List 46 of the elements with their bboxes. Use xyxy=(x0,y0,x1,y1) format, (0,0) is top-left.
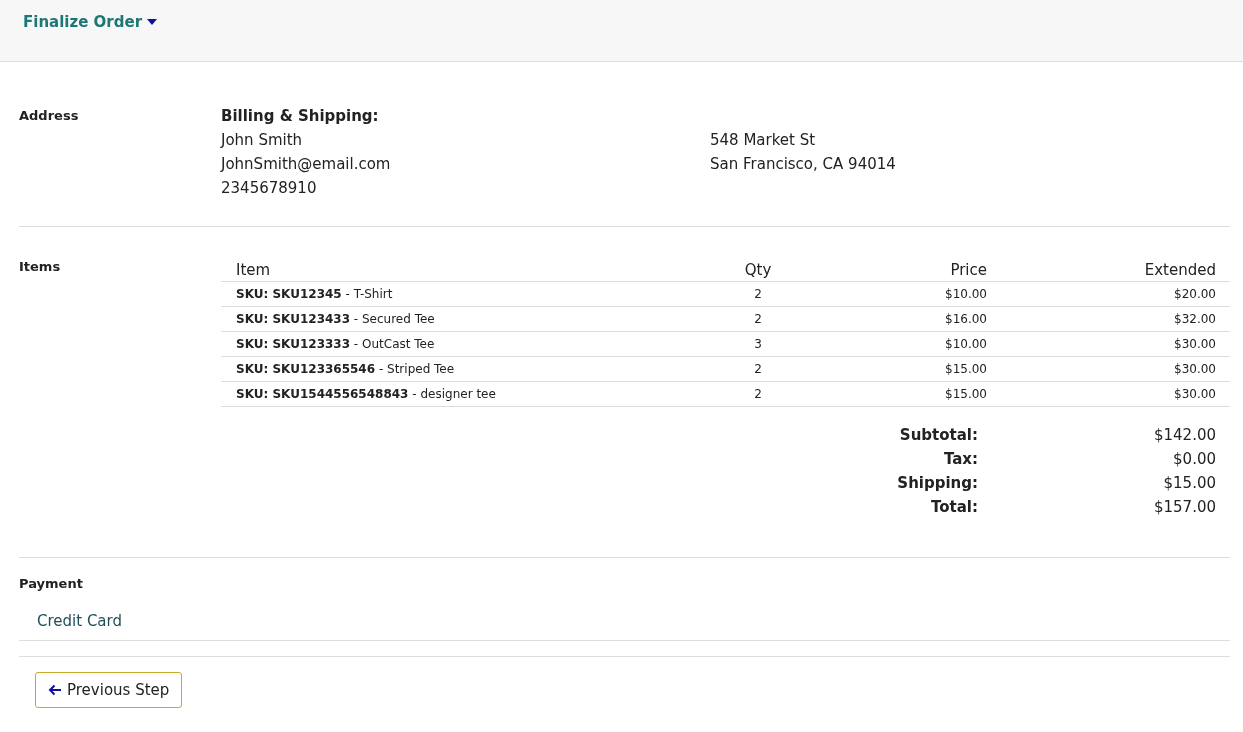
extended-cell: $30.00 xyxy=(1001,331,1230,357)
qty-cell: 2 xyxy=(683,356,832,382)
item-cell: SKU: SKU1544556548843 - designer tee xyxy=(221,381,683,407)
total-value: $0.00 xyxy=(1172,449,1217,470)
price-cell: $15.00 xyxy=(832,381,1001,407)
item-cell: SKU: SKU123365546 - Striped Tee xyxy=(221,356,683,382)
address-heading: Billing & Shipping: xyxy=(221,106,380,127)
qty-cell: 3 xyxy=(683,331,832,357)
qty-cell: 2 xyxy=(683,281,832,307)
extended-cell: $32.00 xyxy=(1001,306,1230,332)
section-label: Payment xyxy=(19,576,83,591)
extended-cell: $30.00 xyxy=(1001,381,1230,407)
qty-cell: 2 xyxy=(683,381,832,407)
price-cell: $10.00 xyxy=(832,281,1001,307)
column-header: Extended xyxy=(1001,257,1230,282)
finalize-order-dropdown[interactable]: Finalize Order xyxy=(23,13,158,31)
previous-step-button[interactable]: Previous Step xyxy=(35,672,183,708)
item-cell: SKU: SKU12345 - T-Shirt xyxy=(221,281,683,307)
column-header: Item xyxy=(221,257,683,282)
extended-cell: $20.00 xyxy=(1001,281,1230,307)
extended-cell: $30.00 xyxy=(1001,356,1230,382)
qty-cell: 2 xyxy=(683,306,832,332)
price-cell: $16.00 xyxy=(832,306,1001,332)
caret-icon xyxy=(147,19,158,25)
total-value: $15.00 xyxy=(1162,473,1217,494)
street-address: 548 Market St xyxy=(710,130,817,151)
column-header: Price xyxy=(832,257,1001,282)
customer-phone: 2345678910 xyxy=(221,178,318,199)
column-header: Qty xyxy=(683,257,832,282)
total-label: Tax: xyxy=(942,449,978,470)
total-label: Subtotal: xyxy=(898,425,978,446)
section-label: Address xyxy=(19,107,80,125)
customer-name: John Smith xyxy=(221,130,304,151)
total-label: Shipping: xyxy=(896,473,978,494)
total-value: $157.00 xyxy=(1152,497,1217,518)
total-value: $142.00 xyxy=(1152,425,1217,446)
customer-email: JohnSmith@email.com xyxy=(221,154,392,175)
arrow-left-icon xyxy=(48,684,62,696)
item-cell: SKU: SKU123433 - Secured Tee xyxy=(221,306,683,332)
total-label: Total: xyxy=(930,497,978,518)
price-cell: $10.00 xyxy=(832,331,1001,357)
price-cell: $15.00 xyxy=(832,356,1001,382)
payment-method: Credit Card xyxy=(37,612,123,630)
section-label: Items xyxy=(19,258,62,276)
item-cell: SKU: SKU123333 - OutCast Tee xyxy=(221,331,683,357)
city-address: San Francisco, CA 94014 xyxy=(710,154,897,175)
